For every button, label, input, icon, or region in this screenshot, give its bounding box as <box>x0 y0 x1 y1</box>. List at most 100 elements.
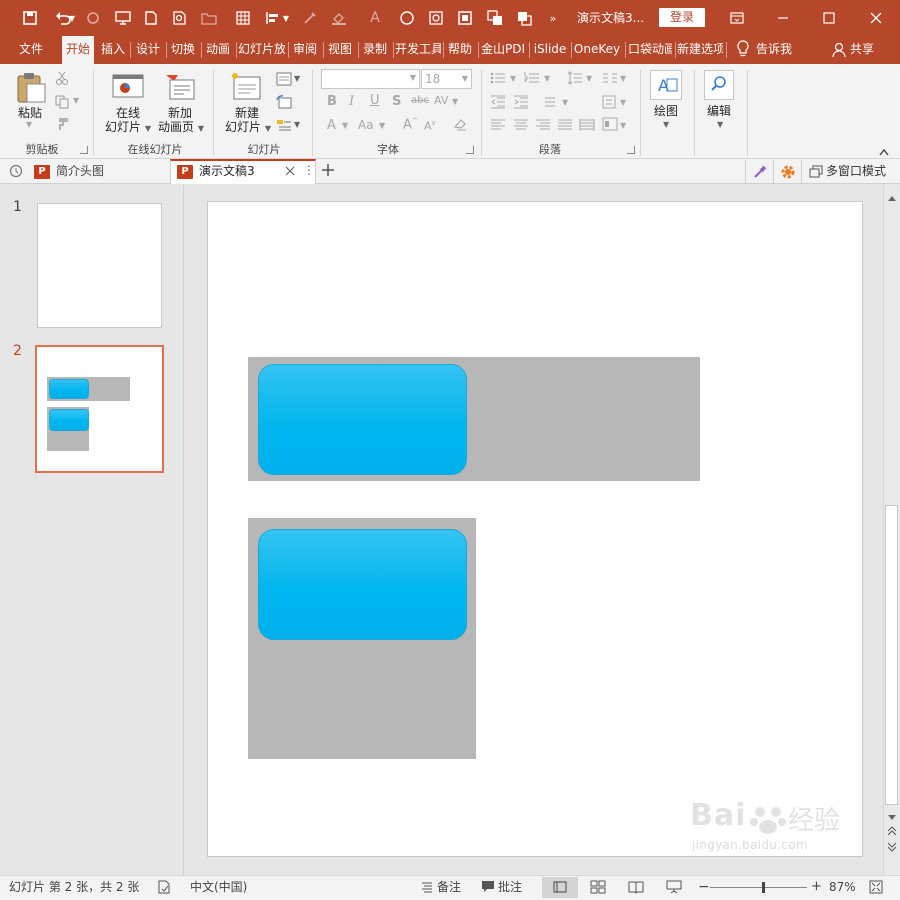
tab-design[interactable]: 设计 <box>133 36 163 64</box>
star-magic-icon[interactable] <box>745 160 773 184</box>
columns-icon[interactable] <box>602 71 618 88</box>
comments-button[interactable]: 批注 <box>498 875 522 900</box>
gear-icon[interactable] <box>773 160 801 184</box>
group-icon[interactable] <box>482 0 508 36</box>
change-case-icon[interactable]: Aa <box>358 118 374 132</box>
tab-record[interactable]: 录制 <box>360 36 390 64</box>
fit-to-window-icon[interactable] <box>868 879 884 898</box>
undo-dropdown-icon[interactable]: ▼ <box>66 0 78 36</box>
editing-label[interactable]: 编辑 <box>698 104 740 118</box>
bullets-icon[interactable] <box>490 71 506 88</box>
home-tab-icon[interactable] <box>9 164 23 181</box>
paragraph-launcher-icon[interactable] <box>627 146 635 154</box>
tab-kingsoft-pdf[interactable]: 金山PDI <box>480 36 526 64</box>
crop-icon[interactable] <box>423 0 449 36</box>
comments-icon[interactable] <box>481 880 495 896</box>
redo-icon[interactable] <box>80 0 106 36</box>
multiwindow-mode-button[interactable]: 多窗口模式 <box>801 160 900 184</box>
align-text-dropdown-icon[interactable]: ▼ <box>620 98 626 107</box>
notes-icon[interactable] <box>421 881 433 896</box>
print-preview-icon[interactable] <box>167 0 193 36</box>
new-slide-label-1[interactable]: 新建 <box>224 106 270 120</box>
section-icon[interactable] <box>276 118 292 135</box>
font-color-ribbon-icon[interactable]: A <box>327 118 336 133</box>
cut-icon[interactable] <box>54 70 70 86</box>
tab-home[interactable]: 开始 <box>62 36 94 64</box>
drawing-dropdown-icon[interactable]: ▼ <box>663 120 669 129</box>
new-slide-label-2[interactable]: 幻灯片 ▼ <box>220 120 276 136</box>
tab-pocket-animation[interactable]: 口袋动画 <box>628 36 672 64</box>
zoom-level[interactable]: 87% <box>829 875 856 900</box>
new-animation-page-label-1[interactable]: 新加 <box>156 106 204 120</box>
char-spacing-icon[interactable]: AV <box>434 94 448 107</box>
tab-insert[interactable]: 插入 <box>98 36 128 64</box>
find-icon[interactable] <box>704 70 734 100</box>
vertical-scrollbar[interactable] <box>883 185 900 875</box>
italic-icon[interactable]: I <box>349 94 354 109</box>
tab-onekey[interactable]: OneKey <box>573 36 621 64</box>
previous-slide-icon[interactable] <box>887 825 897 839</box>
new-animation-page-icon[interactable] <box>164 72 196 103</box>
more-commands-icon[interactable]: » <box>540 0 566 36</box>
close-tab-icon[interactable] <box>284 165 296 180</box>
ribbon-display-options-icon[interactable] <box>714 0 760 36</box>
share-person-icon[interactable] <box>831 42 847 61</box>
online-slides-icon[interactable] <box>112 72 144 103</box>
scroll-thumb[interactable] <box>885 505 898 805</box>
font-launcher-icon[interactable] <box>466 146 474 154</box>
bullets-dropdown-icon[interactable]: ▼ <box>510 74 516 83</box>
line-spacing-icon[interactable] <box>567 71 583 88</box>
underline-icon[interactable]: U <box>370 93 380 108</box>
eyedropper-icon[interactable] <box>297 0 323 36</box>
zoom-slider-thumb[interactable] <box>762 882 766 893</box>
tab-help[interactable]: 帮助 <box>445 36 475 64</box>
save-icon[interactable] <box>17 0 43 36</box>
close-icon[interactable] <box>852 0 900 36</box>
copy-icon[interactable] <box>54 94 70 110</box>
zoom-slider-track[interactable] <box>710 887 807 888</box>
collapse-ribbon-icon[interactable] <box>879 145 889 159</box>
spellcheck-icon[interactable] <box>157 880 171 897</box>
section-dropdown-icon[interactable]: ▼ <box>294 120 300 129</box>
clipboard-launcher-icon[interactable] <box>80 146 88 154</box>
scroll-down-icon[interactable] <box>888 810 896 824</box>
align-right-icon[interactable] <box>535 119 551 134</box>
smartart-dropdown-icon[interactable]: ▼ <box>620 121 626 130</box>
fill-color-icon[interactable] <box>326 0 352 36</box>
line-spacing-dropdown-icon[interactable]: ▼ <box>586 74 592 83</box>
new-file-icon[interactable] <box>138 0 164 36</box>
bold-icon[interactable]: B <box>327 94 337 109</box>
font-size-dropdown-icon[interactable]: ▼ <box>462 70 468 88</box>
distributed-icon[interactable] <box>579 119 595 134</box>
zoom-in-icon[interactable]: + <box>811 875 822 900</box>
blue-rounded-rectangle-1[interactable] <box>258 364 467 475</box>
tab-review[interactable]: 审阅 <box>290 36 320 64</box>
align-dropdown-icon[interactable]: ▼ <box>280 0 292 36</box>
clear-format-icon[interactable] <box>452 117 468 134</box>
normal-view-button[interactable] <box>542 877 578 898</box>
notes-button[interactable]: 备注 <box>437 875 461 900</box>
paste-label[interactable]: 粘贴 <box>12 106 48 120</box>
slide-thumbnail-1[interactable] <box>37 203 162 328</box>
reading-view-icon[interactable] <box>628 880 644 897</box>
next-slide-icon[interactable] <box>887 841 897 855</box>
share-button[interactable]: 共享 <box>850 36 880 64</box>
online-slides-label-2[interactable]: 幻灯片 ▼ <box>100 120 156 136</box>
slideshow-view-icon[interactable] <box>666 880 682 897</box>
text-direction-icon[interactable] <box>544 95 560 112</box>
font-name-combo[interactable]: ▼ <box>321 69 420 89</box>
numbering-dropdown-icon[interactable]: ▼ <box>544 74 550 83</box>
shadow-text-icon[interactable]: S <box>392 94 401 109</box>
online-slides-label-1[interactable]: 在线 <box>104 106 152 120</box>
drawing-icon[interactable]: A <box>650 70 682 100</box>
layout-dropdown-icon[interactable]: ▼ <box>294 74 300 83</box>
login-button[interactable]: 登录 <box>659 8 705 27</box>
layout-icon[interactable] <box>276 72 292 89</box>
new-slide-icon[interactable] <box>230 72 262 105</box>
tab-animations[interactable]: 动画 <box>203 36 233 64</box>
open-folder-icon[interactable] <box>196 0 222 36</box>
bring-front-icon[interactable] <box>511 0 537 36</box>
scroll-up-icon[interactable] <box>888 190 896 204</box>
circle-shape-icon[interactable] <box>394 0 420 36</box>
doc-tab-current-label[interactable]: P 演示文稿3 <box>177 159 255 184</box>
